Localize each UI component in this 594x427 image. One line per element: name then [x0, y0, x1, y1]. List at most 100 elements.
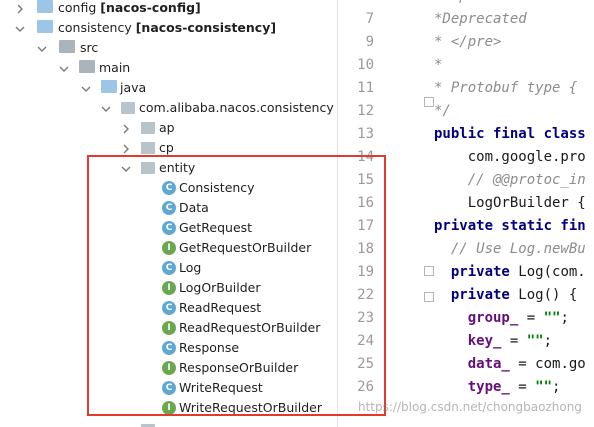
interface-icon: I [162, 241, 176, 255]
tree-item-responseorbuilder[interactable]: I ResponseOrBuilder [0, 358, 337, 378]
tree-item-getrequestorbuilder[interactable]: I GetRequestOrBuilder [0, 238, 337, 258]
tree-item-logorbuilder[interactable]: I LogOrBuilder [0, 278, 337, 298]
tree-item-consistency[interactable]: consistency [nacos-consistency] [0, 18, 337, 38]
class-icon: C [162, 381, 176, 395]
line-number: 18 [357, 241, 374, 257]
class-icon: C [162, 221, 176, 235]
code-line: *Deprecated [434, 11, 527, 27]
tree-item-label: ReadRequest [179, 300, 262, 315]
code-line: // Use Log.newBu [434, 241, 586, 257]
line-number: 24 [357, 333, 374, 349]
fold-marker-icon[interactable] [424, 266, 434, 276]
module-tag: [nacos-config] [100, 0, 201, 15]
tree-item-data[interactable]: C Data [0, 198, 337, 218]
tree-item-label: config [nacos-config] [58, 0, 201, 15]
tree-item-readrequestorbuilder[interactable]: I ReadRequestOrBuilder [0, 318, 337, 338]
tree-item-label: ResponseOrBuilder [179, 360, 299, 375]
line-number-gutter: 7 9 10 11 12 13 14 15 16 17 18 19 22 23 24 25 26 [338, 0, 420, 427]
code-line: LogOrBuilder { [434, 195, 586, 211]
fold-marker-icon[interactable] [424, 292, 434, 302]
tree-item-label: WriteRequestOrBuilder [179, 400, 322, 415]
tree-item-readrequest[interactable]: C ReadRequest [0, 298, 337, 318]
code-line: */ [434, 103, 451, 119]
package-icon [141, 122, 155, 134]
tree-item-label: java [120, 80, 147, 95]
folder-icon [37, 20, 53, 33]
chevron-down-icon[interactable] [101, 102, 111, 112]
code-line: // @@protoc_in [434, 172, 586, 188]
tree-item-entity[interactable]: entity [0, 158, 337, 178]
tree-item-cp[interactable]: cp [0, 138, 337, 158]
tree-item-label: GetRequest [179, 220, 253, 235]
fold-marker-icon[interactable] [424, 97, 434, 107]
tree-item-response[interactable]: C Response [0, 338, 337, 358]
line-number: 23 [357, 310, 374, 326]
tree-item-label: ap [159, 120, 175, 135]
tree-item-label: ReadRequestOrBuilder [179, 320, 321, 335]
interface-icon: I [162, 321, 176, 335]
folder-icon [79, 60, 95, 73]
tree-item-java[interactable]: java [0, 78, 337, 98]
tree-item-label: Data [179, 200, 209, 215]
code-editor[interactable]: 7 9 10 11 12 13 14 15 16 17 18 19 22 23 24 25 26 <pre> *D… [338, 0, 594, 427]
class-icon: C [162, 261, 176, 275]
code-line: group_ = ""; [467, 310, 569, 326]
line-number: 26 [357, 379, 374, 395]
tree-item-label: src [80, 40, 99, 55]
tree-item-com-alibaba-nacos-consistency[interactable]: com.alibaba.nacos.consistency [0, 98, 337, 118]
tree-item-main[interactable]: main [0, 58, 337, 78]
tree-item-consistency[interactable]: C Consistency [0, 178, 337, 198]
folder-icon [37, 0, 53, 13]
tree-item-config[interactable]: config [nacos-config] [0, 0, 337, 18]
interface-icon: I [162, 361, 176, 375]
code-line: com.google.pro [434, 149, 586, 165]
line-number: 10 [357, 57, 374, 73]
tree-item-label: main [99, 60, 131, 75]
tree-item-label: cp [159, 140, 174, 155]
line-number: 9 [365, 34, 374, 50]
code-line: private Log(com. [450, 264, 586, 280]
tree-item-label: com.alibaba.nacos.consistency [139, 100, 334, 115]
line-number: 17 [357, 218, 374, 234]
tree-item-label: LogOrBuilder [179, 280, 261, 295]
tree-item-partial[interactable] [0, 420, 337, 427]
chevron-right-icon[interactable] [121, 142, 131, 154]
class-icon: C [162, 181, 176, 195]
code-line: * </pre> [434, 34, 502, 50]
package-icon [141, 142, 155, 154]
chevron-right-icon[interactable] [121, 122, 131, 134]
module-tag: [nacos-consistency] [135, 20, 277, 35]
code-line: public final class [434, 126, 586, 142]
tree-item-ap[interactable]: ap [0, 118, 337, 138]
code-line: key_ = ""; [467, 333, 553, 349]
tree-item-getrequest[interactable]: C GetRequest [0, 218, 337, 238]
tree-item-src[interactable]: src [0, 38, 337, 58]
chevron-right-icon[interactable] [15, 2, 25, 14]
tree-item-log[interactable]: C Log [0, 258, 337, 278]
chevron-down-icon[interactable] [15, 22, 25, 32]
tree-item-label: Log [179, 260, 202, 275]
watermark: https://blog.csdn.net/chongbaozhong [358, 400, 582, 414]
tree-item-label: Consistency [179, 180, 255, 195]
class-icon: C [162, 341, 176, 355]
tree-item-writerequest[interactable]: C WriteRequest [0, 378, 337, 398]
code-line: type_ = ""; [467, 379, 561, 395]
code-line: * [434, 57, 443, 73]
chevron-down-icon[interactable] [81, 82, 91, 92]
code-line: data_ = com.go [467, 356, 586, 372]
chevron-down-icon[interactable] [37, 42, 47, 52]
line-number: 22 [357, 287, 374, 303]
tree-item-writerequestorbuilder[interactable]: I WriteRequestOrBuilder [0, 398, 337, 418]
interface-icon: I [162, 401, 176, 415]
project-tree: config [nacos-config] consistency [nacos-… [0, 0, 337, 427]
tree-item-label: WriteRequest [179, 380, 263, 395]
class-icon: C [162, 301, 176, 315]
code-line: private Log() { [450, 287, 578, 303]
chevron-down-icon[interactable] [59, 62, 69, 72]
line-number: 14 [357, 149, 374, 165]
line-number: 11 [357, 80, 374, 96]
code-line: private static fin [434, 218, 586, 234]
chevron-down-icon[interactable] [121, 162, 131, 172]
tree-item-label: consistency [nacos-consistency] [58, 20, 277, 35]
line-number: 16 [357, 195, 374, 211]
